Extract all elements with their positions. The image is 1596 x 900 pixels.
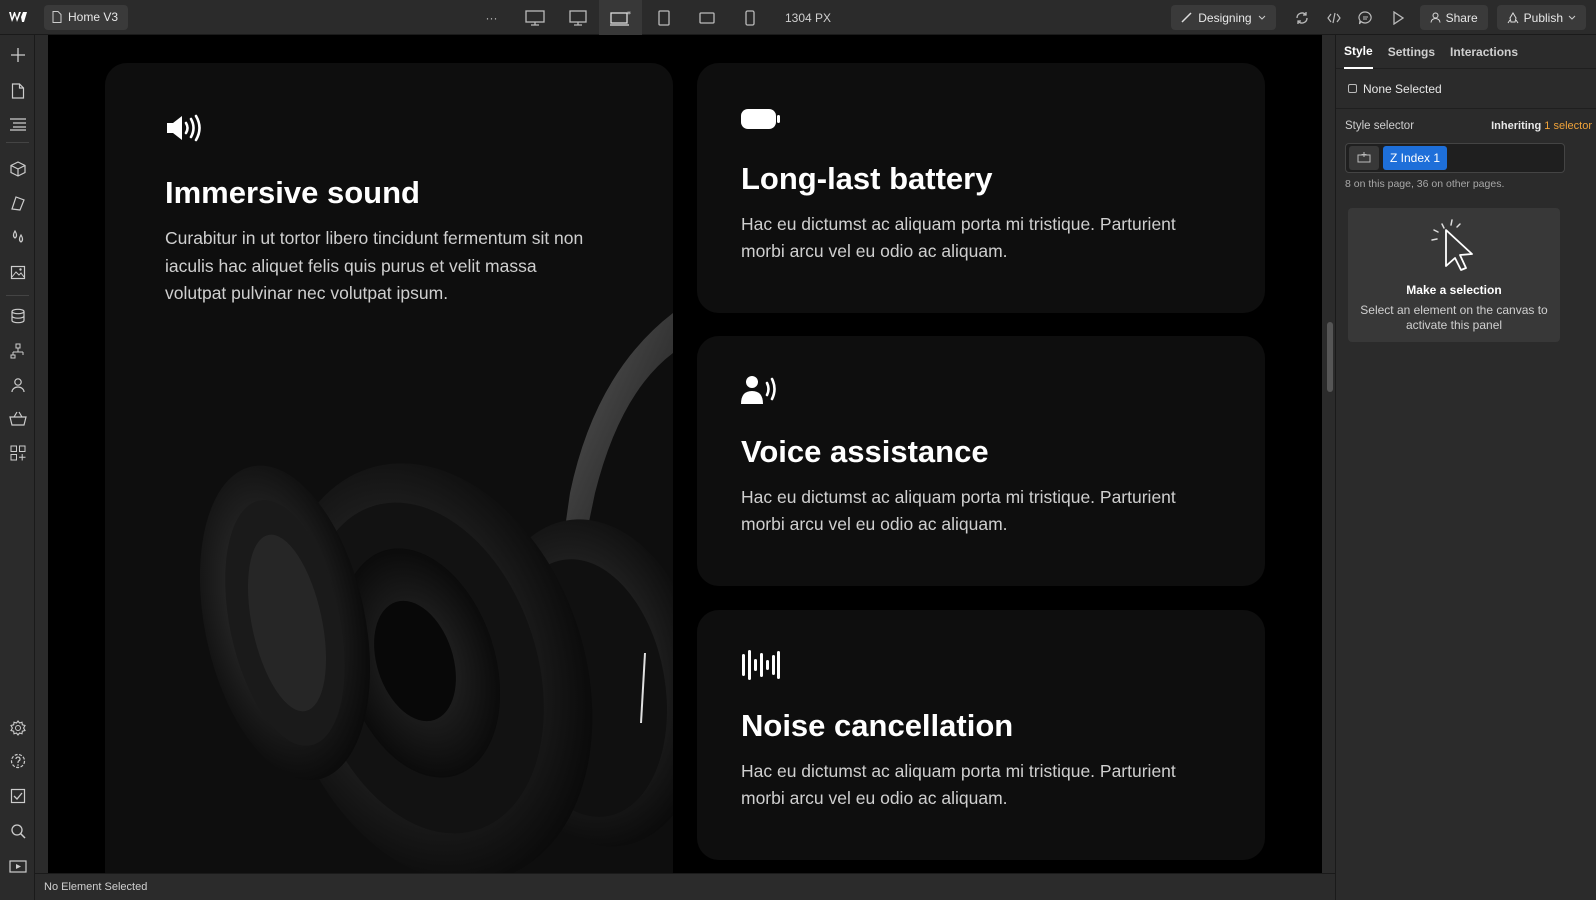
share-button[interactable]: Share: [1419, 5, 1488, 30]
user-icon: [1430, 12, 1441, 23]
selector-chip[interactable]: Z Index 1: [1383, 146, 1448, 170]
waveform-icon: [742, 650, 780, 680]
style-selector-label: Style selector: [1345, 120, 1415, 132]
cms-icon[interactable]: [0, 300, 35, 332]
cursor-click-icon: [1431, 219, 1473, 271]
feature-text: Hac eu dictumst ac aliquam porta mi tris…: [741, 761, 1176, 808]
breakpoint-base-icon[interactable]: *: [599, 0, 642, 35]
tab-style[interactable]: Style: [1344, 35, 1373, 69]
feature-title: Noise cancellation: [741, 708, 1014, 743]
selector-field[interactable]: Z Index 1: [1345, 143, 1565, 173]
none-selected-checkbox[interactable]: [1348, 84, 1357, 93]
top-bar: Home V3 ··· * 1304 PX Designing Share Pu…: [0, 0, 1596, 35]
toolbar-divider: [6, 295, 29, 296]
breakpoint-landscape-icon[interactable]: [685, 0, 728, 35]
feature-card-noise[interactable]: Noise cancellation Hac eu dictumst ac al…: [697, 610, 1265, 860]
headphones-image: [199, 313, 673, 873]
feature-card-voice[interactable]: Voice assistance Hac eu dictumst ac aliq…: [697, 336, 1265, 586]
components-icon[interactable]: [0, 153, 35, 185]
style-panel: Style Settings Interactions None Selecte…: [1335, 35, 1596, 900]
more-label: ···: [485, 10, 498, 25]
pages-icon[interactable]: [0, 75, 35, 107]
breakpoint-portrait-icon[interactable]: [728, 0, 771, 35]
selection-status: No Element Selected: [44, 881, 148, 893]
feature-card-battery[interactable]: Long-last battery Hac eu dictumst ac ali…: [697, 63, 1265, 313]
assets-icon[interactable]: [0, 256, 35, 288]
navigator-icon[interactable]: [0, 108, 35, 140]
apps-icon[interactable]: [0, 437, 35, 469]
video-tutorials-icon[interactable]: [0, 850, 35, 882]
publish-label: Publish: [1523, 10, 1563, 25]
feature-main-title: Immersive sound: [165, 175, 420, 210]
voice-icon: [741, 376, 776, 404]
breakpoint-tablet-icon[interactable]: [642, 0, 685, 35]
feature-card-main[interactable]: Immersive sound Curabitur in ut tortor l…: [105, 63, 673, 873]
webflow-logo-icon[interactable]: [0, 0, 35, 35]
canvas-scrollbar[interactable]: [1327, 322, 1333, 392]
status-bar: No Element Selected: [35, 873, 1335, 900]
add-elements-icon[interactable]: [0, 39, 35, 71]
page-selector-button[interactable]: Home V3: [44, 4, 129, 30]
battery-icon: [741, 109, 780, 129]
selector-state-icon[interactable]: [1349, 146, 1379, 170]
comments-icon[interactable]: [1350, 0, 1382, 35]
canvas-frame: Immersive sound Curabitur in ut tortor l…: [35, 35, 1335, 873]
breakpoint-toolbar: ··· * 1304 PX: [470, 0, 831, 35]
settings-gear-icon[interactable]: [0, 712, 35, 744]
publish-button[interactable]: Publish: [1496, 5, 1586, 30]
feature-title: Long-last battery: [741, 161, 993, 196]
breakpoint-xl-icon[interactable]: [513, 0, 556, 35]
share-label: Share: [1445, 10, 1478, 25]
chevron-down-icon: [1568, 15, 1576, 20]
more-options-button[interactable]: ···: [470, 0, 513, 35]
rocket-icon: [1507, 11, 1519, 23]
inheriting-count[interactable]: 1 selector: [1544, 120, 1592, 132]
feature-title: Voice assistance: [741, 434, 989, 469]
preview-play-icon[interactable]: [1382, 0, 1414, 35]
none-selected-label: None Selected: [1363, 81, 1442, 96]
logic-icon[interactable]: [0, 335, 35, 367]
panel-tabs: Style Settings Interactions: [1336, 35, 1596, 69]
canvas-width-readout: 1304 PX: [785, 10, 832, 25]
variables-icon[interactable]: [0, 221, 35, 253]
brush-icon: [1181, 12, 1192, 23]
style-manager-icon[interactable]: [0, 187, 35, 219]
selector-count-note: 8 on this page, 36 on other pages.: [1345, 178, 1505, 190]
tab-interactions[interactable]: Interactions: [1450, 35, 1518, 69]
none-selected-row[interactable]: None Selected: [1336, 69, 1596, 109]
search-icon[interactable]: [0, 815, 35, 847]
tab-settings[interactable]: Settings: [1388, 35, 1435, 69]
users-icon[interactable]: [0, 369, 35, 401]
breakpoint-large-icon[interactable]: [556, 0, 599, 35]
style-selector-header: Style selector Inheriting 1 selector: [1336, 109, 1596, 143]
page-icon: [52, 11, 62, 23]
mode-label: Designing: [1198, 10, 1252, 25]
help-icon[interactable]: [0, 745, 35, 777]
top-right-actions: Designing Share Publish: [1171, 0, 1596, 35]
feature-text: Hac eu dictumst ac aliquam porta mi tris…: [741, 214, 1176, 261]
empty-title: Make a selection: [1406, 283, 1502, 297]
toolbar-divider: [6, 142, 29, 143]
mode-dropdown[interactable]: Designing: [1171, 5, 1276, 30]
ecommerce-icon[interactable]: [0, 403, 35, 435]
sync-icon[interactable]: [1286, 0, 1318, 35]
inheriting-prefix: Inheriting: [1491, 120, 1542, 132]
empty-text: Select an element on the canvas to activ…: [1360, 303, 1548, 332]
design-canvas[interactable]: Immersive sound Curabitur in ut tortor l…: [48, 35, 1322, 873]
inheriting-info[interactable]: Inheriting 1 selector: [1491, 120, 1592, 132]
svg-text:*: *: [627, 10, 631, 19]
audit-checklist-icon[interactable]: [0, 780, 35, 812]
feature-text: Hac eu dictumst ac aliquam porta mi tris…: [741, 487, 1176, 534]
speaker-icon: [167, 114, 201, 142]
code-icon[interactable]: [1318, 0, 1350, 35]
chevron-down-icon: [1258, 15, 1265, 20]
page-name: Home V3: [68, 10, 119, 24]
left-toolbar: [0, 35, 35, 900]
empty-selection-card: Make a selection Select an element on th…: [1348, 208, 1560, 342]
